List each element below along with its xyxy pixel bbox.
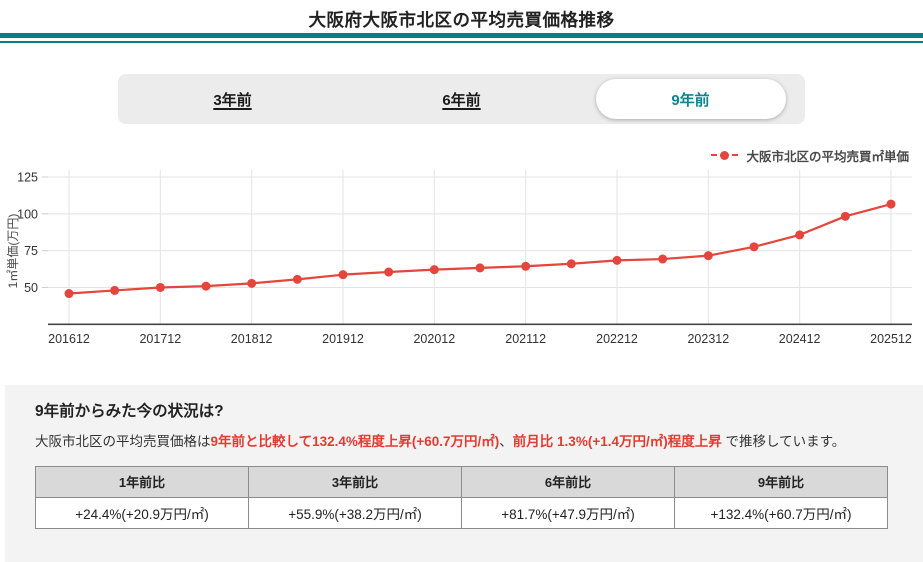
svg-text:75: 75 <box>24 244 38 258</box>
chart-canvas: 50 75 100 125 201612 201712 201812 201912 202012… <box>6 170 912 346</box>
summary-panel: 9年前からみた今の状況は? 大阪市北区の平均売買価格は9年前と比較して132.4… <box>5 385 923 562</box>
svg-text:202112: 202112 <box>505 332 546 346</box>
comparison-table-value-row: +24.4%(+20.9万円/㎡) +55.9%(+38.2万円/㎡) +81.… <box>35 496 888 529</box>
value-6yr: +81.7%(+47.9万円/㎡) <box>461 496 675 529</box>
summary-heading: 9年前からみた今の状況は? <box>35 403 224 420</box>
legend-label: 大阪市北区の平均売買㎡単価 <box>746 149 909 164</box>
header-6yr: 6年前比 <box>461 465 675 498</box>
price-trend-line-chart[interactable]: 50 75 100 125 201612 201712 201812 201912 202012… <box>0 165 923 360</box>
svg-text:202312: 202312 <box>687 332 729 346</box>
tab-3-years[interactable]: 3年前 <box>118 74 347 124</box>
svg-text:202412: 202412 <box>779 332 821 346</box>
tab-6-years-label: 6年前 <box>442 91 481 109</box>
legend-line-dash-left <box>711 153 718 157</box>
svg-text:100: 100 <box>17 207 38 221</box>
svg-text:201912: 201912 <box>322 332 364 346</box>
summary-text-prefix: 大阪市北区の平均売買価格は <box>35 434 211 449</box>
value-9yr: +132.4%(+60.7万円/㎡) <box>674 496 888 529</box>
header-3yr: 3年前比 <box>248 465 462 498</box>
summary-separator: 、 <box>499 434 513 449</box>
summary-text-suffix: で推移しています。 <box>721 434 846 449</box>
svg-text:125: 125 <box>17 171 38 185</box>
tab-9-years[interactable]: 9年前 <box>576 74 805 124</box>
tab-9-years-label: 9年前 <box>671 91 710 109</box>
title-divider-thin <box>0 41 923 43</box>
svg-text:202212: 202212 <box>596 332 638 346</box>
page-title: 大阪府大阪市北区の平均売買価格推移 <box>308 10 615 30</box>
chart-legend-item[interactable]: 大阪市北区の平均売買㎡単価 <box>711 147 909 164</box>
svg-text:201812: 201812 <box>231 332 273 346</box>
title-divider-thick <box>0 33 923 38</box>
header-9yr: 9年前比 <box>674 465 888 498</box>
summary-highlight-9yr: 9年前と比較して132.4%程度上昇(+60.7万円/㎡) <box>210 434 500 449</box>
tab-9-years-selected-pill: 9年前 <box>595 79 786 119</box>
summary-highlight-monthly: 前月比 1.3%(+1.4万円/㎡)程度上昇 <box>512 434 722 449</box>
svg-text:1㎡単価(万円): 1㎡単価(万円) <box>6 214 20 289</box>
header-1yr: 1年前比 <box>35 465 249 498</box>
value-1yr: +24.4%(+20.9万円/㎡) <box>35 496 249 529</box>
tab-6-years[interactable]: 6年前 <box>347 74 576 124</box>
comparison-table: 1年前比 3年前比 6年前比 9年前比 +24.4%(+20.9万円/㎡) +5… <box>35 465 888 529</box>
comparison-table-header-row: 1年前比 3年前比 6年前比 9年前比 <box>35 465 888 498</box>
page: 大阪府大阪市北区の平均売買価格推移 3年前 6年前 9年前 大阪市北区の平均売買… <box>0 0 923 562</box>
tab-3-years-label: 3年前 <box>213 91 252 109</box>
svg-text:202012: 202012 <box>413 332 455 346</box>
summary-text: 大阪市北区の平均売買価格は9年前と比較して132.4%程度上昇(+60.7万円/… <box>35 430 893 454</box>
svg-text:201612: 201612 <box>48 332 90 346</box>
svg-text:201712: 201712 <box>139 332 181 346</box>
legend-point-icon <box>720 150 730 160</box>
value-3yr: +55.9%(+38.2万円/㎡) <box>248 496 462 529</box>
legend-line-dash-right <box>732 153 739 157</box>
svg-text:202512: 202512 <box>870 332 912 346</box>
svg-text:50: 50 <box>24 281 38 295</box>
period-tab-bar: 3年前 6年前 9年前 <box>118 74 805 124</box>
